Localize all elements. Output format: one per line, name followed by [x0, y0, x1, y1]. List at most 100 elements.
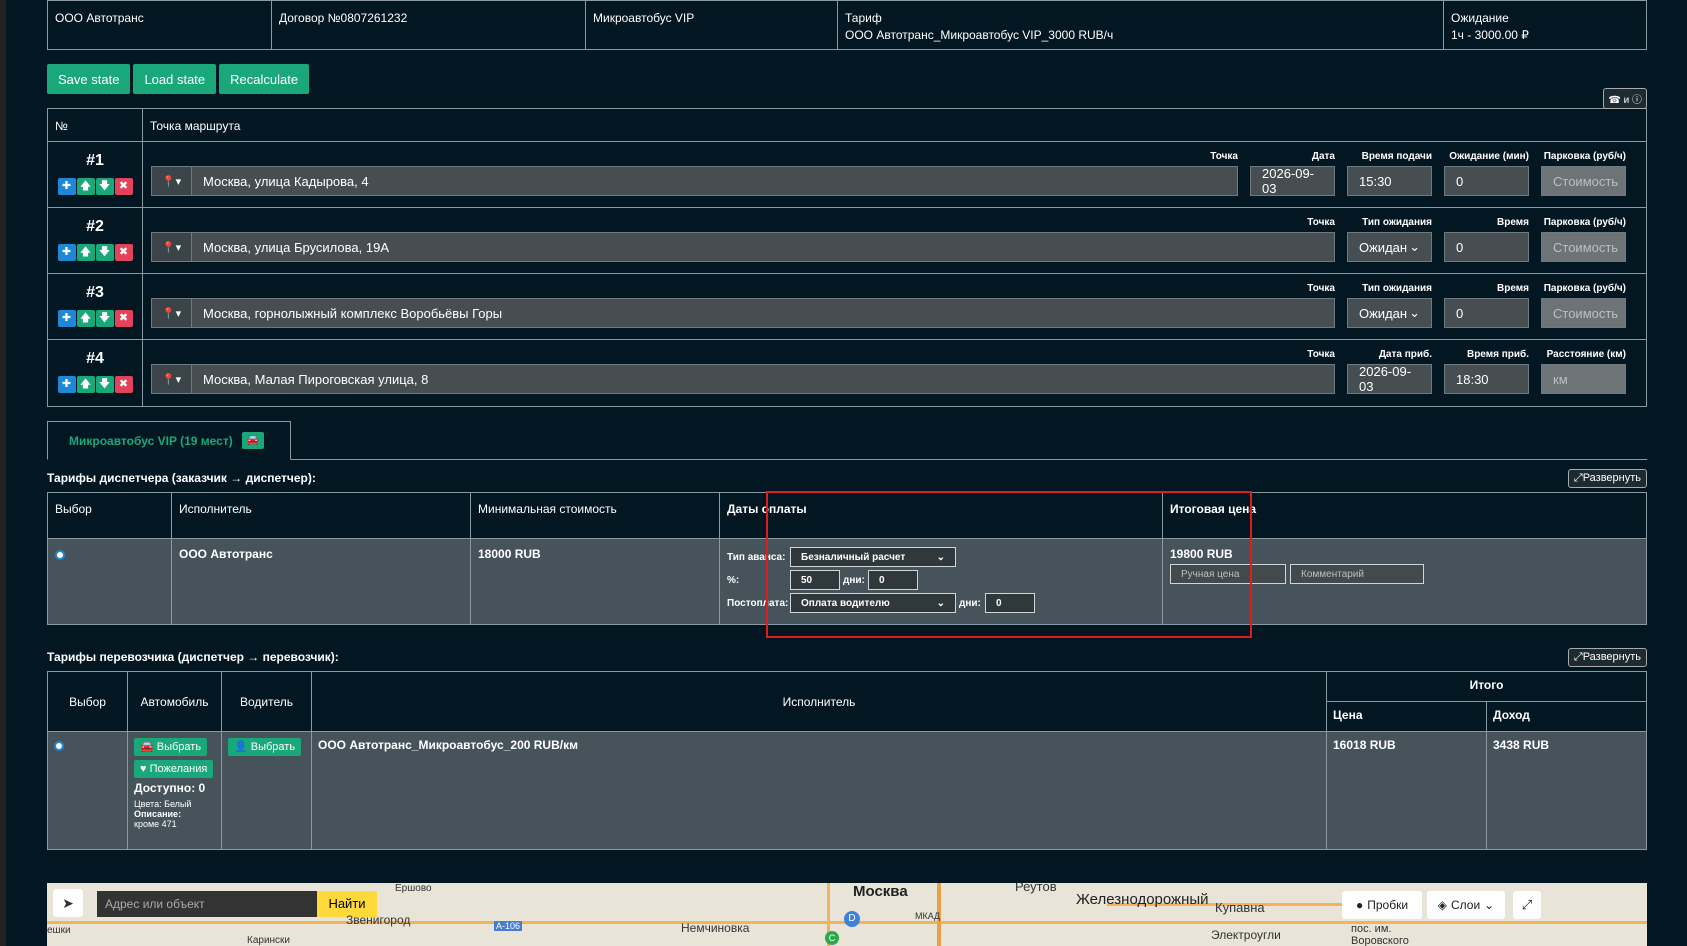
map-label: Железнодорожный — [1076, 891, 1209, 908]
select-radio[interactable] — [55, 550, 65, 560]
locate-icon[interactable]: ➤ — [53, 889, 83, 917]
wait-input[interactable]: 0 — [1444, 166, 1529, 196]
wait-time-input[interactable]: 0 — [1444, 298, 1529, 328]
col-choice: Выбор — [47, 671, 128, 732]
address-input[interactable]: 📍▾ Москва, Малая Пироговская улица, 8 — [151, 364, 1335, 394]
date-input[interactable]: 2026-09-03 — [1250, 166, 1335, 196]
comment-input[interactable]: Комментарий — [1290, 564, 1424, 584]
carrier-executor: ООО Автотранс_Микроавтобус_200 RUB/км — [311, 731, 1327, 850]
expand-icon: ⤢ — [1573, 471, 1583, 484]
time-input[interactable]: 15:30 — [1347, 166, 1432, 196]
map[interactable]: ➤ Адрес или объект Найти Москва Реутов Ж… — [47, 883, 1647, 946]
parking-cost-input[interactable]: Стоимость — [1541, 166, 1626, 196]
map-pin-dropdown-icon[interactable]: 📍▾ — [152, 299, 192, 327]
arrival-date-input[interactable]: 2026-09-03 — [1347, 364, 1432, 394]
map-pin-dropdown-icon[interactable]: 📍▾ — [152, 167, 192, 195]
address-input[interactable]: 📍▾ Москва, улица Кадырова, 4 — [151, 166, 1238, 196]
route-row: #4 ✚ 🡅 🡇 ✖ Точка 📍▾ Москва, Малая Пирого… — [48, 340, 1646, 406]
wait-type-select[interactable]: Ожидан ⌄ — [1347, 232, 1432, 262]
add-icon[interactable]: ✚ — [57, 376, 76, 393]
contract-cell: Договор №0807261232 — [272, 1, 586, 49]
add-icon[interactable]: ✚ — [57, 310, 76, 327]
wait-type-select[interactable]: Ожидан ⌄ — [1347, 298, 1432, 328]
recalculate-button[interactable]: Recalculate — [219, 64, 310, 94]
add-icon[interactable]: ✚ — [57, 244, 76, 261]
point-label: Точка — [1307, 217, 1335, 228]
address-input[interactable]: 📍▾ Москва, горнолыжный комплекс Воробьёв… — [151, 298, 1335, 328]
expand-button[interactable]: ⤢Развернуть — [1567, 647, 1647, 667]
map-label: Электроугли — [1211, 928, 1281, 942]
arrow-down-icon[interactable]: 🡇 — [95, 244, 114, 261]
address-input[interactable]: 📍▾ Москва, улица Брусилова, 19А — [151, 232, 1335, 262]
delete-icon[interactable]: ✖ — [114, 376, 133, 393]
route-row-index: #4 ✚ 🡅 🡇 ✖ — [48, 340, 143, 406]
delete-icon[interactable]: ✖ — [114, 310, 133, 327]
percent-input[interactable]: 50 — [790, 570, 840, 590]
arrow-up-icon[interactable]: 🡅 — [76, 310, 95, 327]
carrier-table: Выбор Автомобиль Водитель Исполнитель Ит… — [47, 671, 1647, 850]
choose-car-button[interactable]: 🚘 Выбрать — [134, 738, 208, 756]
phone-info-button[interactable]: ☎ и ⓘ — [1603, 88, 1647, 109]
arrival-time-input[interactable]: 18:30 — [1444, 364, 1529, 394]
map-pin-dropdown-icon[interactable]: 📍▾ — [152, 365, 192, 393]
parking-label: Парковка (руб/ч) — [1543, 283, 1626, 294]
parking-cost-input[interactable]: Стоимость — [1541, 232, 1626, 262]
min-cost: 18000 RUB — [470, 538, 720, 625]
fullscreen-icon[interactable]: ⤢ — [1513, 891, 1541, 919]
arrow-up-icon[interactable]: 🡅 — [76, 178, 95, 195]
tab-vehicle[interactable]: Микроавтобус VIP (19 мест) 🚘 — [47, 421, 291, 460]
vehicle-tabs: Микроавтобус VIP (19 мест) 🚘 — [47, 421, 1647, 460]
arrow-down-icon[interactable]: 🡇 — [95, 376, 114, 393]
distance-input[interactable]: км — [1541, 364, 1626, 394]
map-search-input[interactable]: Адрес или объект — [97, 891, 317, 917]
col-driver: Водитель — [221, 671, 312, 732]
advance-type-select[interactable]: Безналичный расчет ⌄ — [790, 547, 956, 567]
layers-button[interactable]: ◈ Слои ⌄ — [1427, 891, 1505, 919]
traffic-button[interactable]: ● Пробки — [1342, 891, 1422, 919]
add-icon[interactable]: ✚ — [57, 178, 76, 195]
map-marker-c[interactable]: C — [825, 931, 839, 945]
manual-price-input[interactable]: Ручная цена — [1170, 564, 1286, 584]
select-radio[interactable] — [54, 741, 64, 751]
days-input[interactable]: 0 — [868, 570, 918, 590]
delete-icon[interactable]: ✖ — [114, 178, 133, 195]
available-count: Доступно: 0 — [134, 781, 206, 795]
tab-label: Микроавтобус VIP (19 мест) — [69, 433, 233, 448]
wait-cell: Ожидание 1ч - 3000.00 ₽ — [1444, 1, 1646, 49]
map-label: Немчиновка — [681, 921, 750, 935]
arrow-down-icon[interactable]: 🡇 — [95, 310, 114, 327]
map-pin-dropdown-icon[interactable]: 📍▾ — [152, 233, 192, 261]
arrow-up-icon[interactable]: 🡅 — [76, 376, 95, 393]
date-label: Дата — [1311, 151, 1335, 162]
tariff-label: Тариф — [845, 11, 882, 25]
map-marker-d[interactable]: D — [844, 911, 860, 927]
route-row: #3 ✚ 🡅 🡇 ✖ Точка 📍▾ Москва, горнолыжный … — [48, 274, 1646, 340]
payment-dates-cell: Тип аванса: Безналичный расчет ⌄ %: 50 дн… — [719, 538, 1163, 625]
route-header: № Точка маршрута — [48, 109, 1646, 142]
route-row: #2 ✚ 🡅 🡇 ✖ Точка 📍▾ Москва, улица Брусил… — [48, 208, 1646, 274]
chevron-down-icon: ⌄ — [1484, 898, 1495, 912]
delete-icon[interactable]: ✖ — [114, 244, 133, 261]
load-state-button[interactable]: Load state — [133, 64, 217, 94]
vehicle-cell: Микроавтобус VIP — [586, 1, 838, 49]
choose-driver-button[interactable]: 👤 Выбрать — [228, 738, 302, 756]
wishes-button[interactable]: ♥ Пожелания — [134, 760, 214, 778]
route-number: #4 — [86, 350, 104, 367]
wait-time-input[interactable]: 0 — [1444, 232, 1529, 262]
map-label: пос. им. Воровского — [1351, 923, 1409, 946]
layers-icon: ◈ — [1437, 898, 1447, 912]
col-min-cost: Минимальная стоимость — [470, 492, 720, 539]
scrollbar[interactable] — [0, 0, 6, 946]
map-label: Реутов — [1015, 883, 1057, 894]
expand-button[interactable]: ⤢Развернуть — [1567, 468, 1647, 488]
parking-cost-input[interactable]: Стоимость — [1541, 298, 1626, 328]
route-row: #1 ✚ 🡅 🡇 ✖ Точка 📍▾ Москва, улица Кадыро… — [48, 142, 1646, 208]
postpay-days-input[interactable]: 0 — [985, 593, 1035, 613]
save-state-button[interactable]: Save state — [47, 64, 131, 94]
arrow-up-icon[interactable]: 🡅 — [76, 244, 95, 261]
wait-type-label: Тип ожидания — [1362, 217, 1432, 228]
postpay-select[interactable]: Оплата водителю ⌄ — [790, 593, 956, 613]
arrow-down-icon[interactable]: 🡇 — [95, 178, 114, 195]
tariff-cell: Тариф ООО Автотранс_Микроавтобус VIP_300… — [838, 1, 1444, 49]
col-total-price: Итоговая цена — [1162, 492, 1647, 539]
